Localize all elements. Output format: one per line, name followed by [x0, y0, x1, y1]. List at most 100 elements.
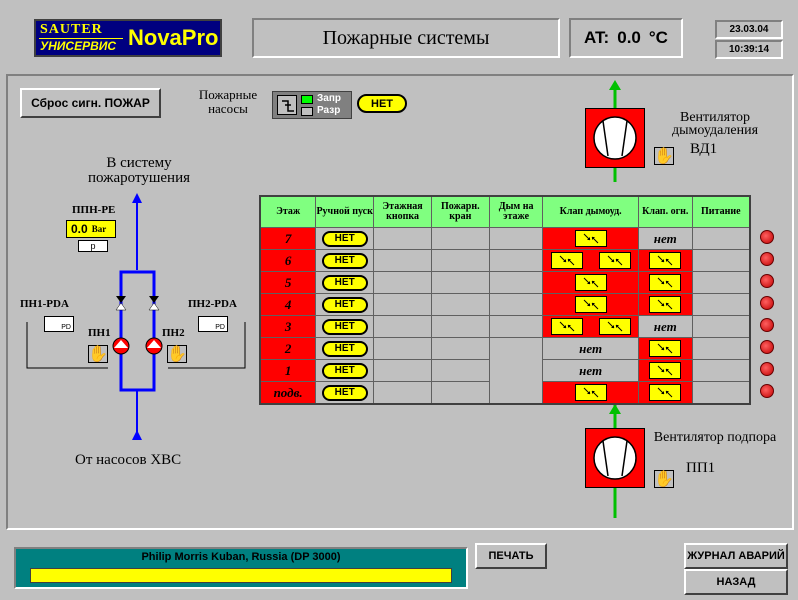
- time-box: 10:39:14: [715, 40, 783, 59]
- valve-icon[interactable]: [574, 229, 607, 247]
- valve-icon[interactable]: [550, 317, 583, 335]
- col-power: Питание: [691, 195, 751, 228]
- floor-cell: 6: [259, 249, 317, 272]
- floor-button-cell: [373, 249, 432, 272]
- floor-button-cell: [373, 227, 432, 250]
- switch-icon: [277, 95, 297, 115]
- smoke-cell: [488, 337, 544, 405]
- table-row: 5 НЕТ: [259, 271, 751, 294]
- fire-valve-cell: нет: [637, 227, 693, 250]
- valve-icon[interactable]: [649, 295, 682, 313]
- power-cell: [691, 293, 751, 316]
- pumps-mode-switch[interactable]: Запр Разр: [272, 91, 352, 119]
- pn1-pd-sensor: PD: [44, 316, 74, 332]
- table-row: 2 НЕТ нет: [259, 337, 751, 405]
- table-row: 6 НЕТ: [259, 249, 751, 272]
- status-lamp: [760, 230, 774, 244]
- pn2-hand-icon[interactable]: ✋: [167, 345, 187, 363]
- page-title: Пожарные системы: [322, 26, 490, 49]
- floor-button-cell: [373, 359, 432, 382]
- manual-start-cell: НЕТ: [315, 249, 375, 272]
- status-lamp: [760, 296, 774, 310]
- supply-fan-hand-icon[interactable]: ✋: [654, 470, 674, 488]
- ppn-label: ППН-РЕ: [72, 204, 116, 216]
- floor-button-cell: [373, 381, 432, 405]
- status-lamp: [760, 252, 774, 266]
- manual-start-cell: НЕТ: [315, 337, 375, 360]
- col-fire-hydrant: Пожарн. кран: [430, 195, 490, 228]
- col-floor: Этаж: [259, 195, 317, 228]
- smoke-fan[interactable]: [585, 108, 645, 168]
- col-manual-start: Ручной пуск: [315, 195, 375, 228]
- valve-icon[interactable]: [598, 317, 631, 335]
- pn2-pda-label: ПН2-PDA: [188, 298, 237, 310]
- hydrant-cell: [430, 337, 490, 360]
- valve-icon[interactable]: [649, 273, 682, 291]
- manual-start-badge[interactable]: НЕТ: [321, 318, 368, 335]
- pn1-hand-icon[interactable]: ✋: [88, 345, 108, 363]
- supply-fan-id: ПП1: [686, 460, 716, 476]
- valve-icon[interactable]: [598, 251, 631, 269]
- smoke-fan-hand-icon[interactable]: ✋: [654, 147, 674, 165]
- smoke-cell: [488, 293, 544, 316]
- power-cell: [691, 381, 751, 405]
- valve-icon[interactable]: [574, 383, 607, 401]
- fire-valve-cell: [637, 293, 693, 316]
- at-label: AT:: [584, 28, 610, 47]
- smoke-cell: [488, 315, 544, 338]
- manual-start-cell: НЕТ: [315, 315, 375, 338]
- manual-start-badge[interactable]: НЕТ: [321, 340, 368, 357]
- valve-icon[interactable]: [649, 251, 682, 269]
- power-cell: [691, 271, 751, 294]
- smoke-valve-cell: [542, 381, 639, 405]
- ppn-sensor: p: [78, 240, 108, 252]
- manual-start-badge[interactable]: НЕТ: [321, 296, 368, 313]
- status-lamp: [760, 384, 774, 398]
- pn1-pda-label: ПН1-PDA: [20, 298, 69, 310]
- valve-icon[interactable]: [649, 361, 682, 379]
- mode-allow-led: [301, 107, 313, 116]
- manual-start-cell: НЕТ: [315, 381, 375, 405]
- valve-icon[interactable]: [649, 339, 682, 357]
- floor-cell: 5: [259, 271, 317, 294]
- print-button[interactable]: ПЕЧАТЬ: [475, 543, 547, 569]
- valve-icon[interactable]: [574, 295, 607, 313]
- back-button[interactable]: НАЗАД: [684, 569, 788, 595]
- alarm-log-button[interactable]: ЖУРНАЛ АВАРИЙ: [684, 543, 788, 569]
- smoke-valve-cell: нет: [542, 359, 639, 382]
- hydrant-cell: [430, 359, 490, 382]
- smoke-valve-cell: [542, 249, 639, 272]
- smoke-fan-title: Вентилятор дымоудаления: [671, 110, 759, 138]
- smoke-valve-cell: нет: [542, 337, 639, 360]
- manual-start-badge[interactable]: НЕТ: [321, 384, 368, 401]
- fire-valve-cell: [637, 337, 693, 360]
- floor-button-cell: [373, 293, 432, 316]
- date-value: 23.03.04: [729, 24, 769, 35]
- supply-fan[interactable]: [585, 428, 645, 488]
- status-lamp: [760, 318, 774, 332]
- manual-start-badge[interactable]: НЕТ: [321, 362, 368, 379]
- manual-start-badge[interactable]: НЕТ: [321, 252, 368, 269]
- smoke-cell: [488, 271, 544, 294]
- outdoor-temp-box: AT: 0.0 °C: [569, 18, 683, 58]
- smoke-valve-cell: [542, 271, 639, 294]
- floor-button-cell: [373, 271, 432, 294]
- time-value: 10:39:14: [728, 44, 770, 55]
- manual-start-badge[interactable]: НЕТ: [321, 230, 368, 247]
- valve-icon[interactable]: [574, 273, 607, 291]
- floor-cell: 1: [259, 359, 317, 382]
- supply-fan-title: Вентилятор подпора: [653, 430, 777, 445]
- floor-cell: подв.: [259, 381, 317, 405]
- progress-bar: [30, 568, 452, 583]
- floor-cell: 2: [259, 337, 317, 360]
- hydrant-cell: [430, 249, 490, 272]
- col-fire-valve: Клап. огн.: [637, 195, 693, 228]
- hydrant-cell: [430, 271, 490, 294]
- smoke-valve-cell: [542, 293, 639, 316]
- valve-icon[interactable]: [649, 383, 682, 401]
- manual-start-cell: НЕТ: [315, 359, 375, 382]
- valve-icon[interactable]: [550, 251, 583, 269]
- fire-valve-cell: нет: [637, 315, 693, 338]
- manual-start-badge[interactable]: НЕТ: [321, 274, 368, 291]
- fan-icon: [593, 116, 637, 160]
